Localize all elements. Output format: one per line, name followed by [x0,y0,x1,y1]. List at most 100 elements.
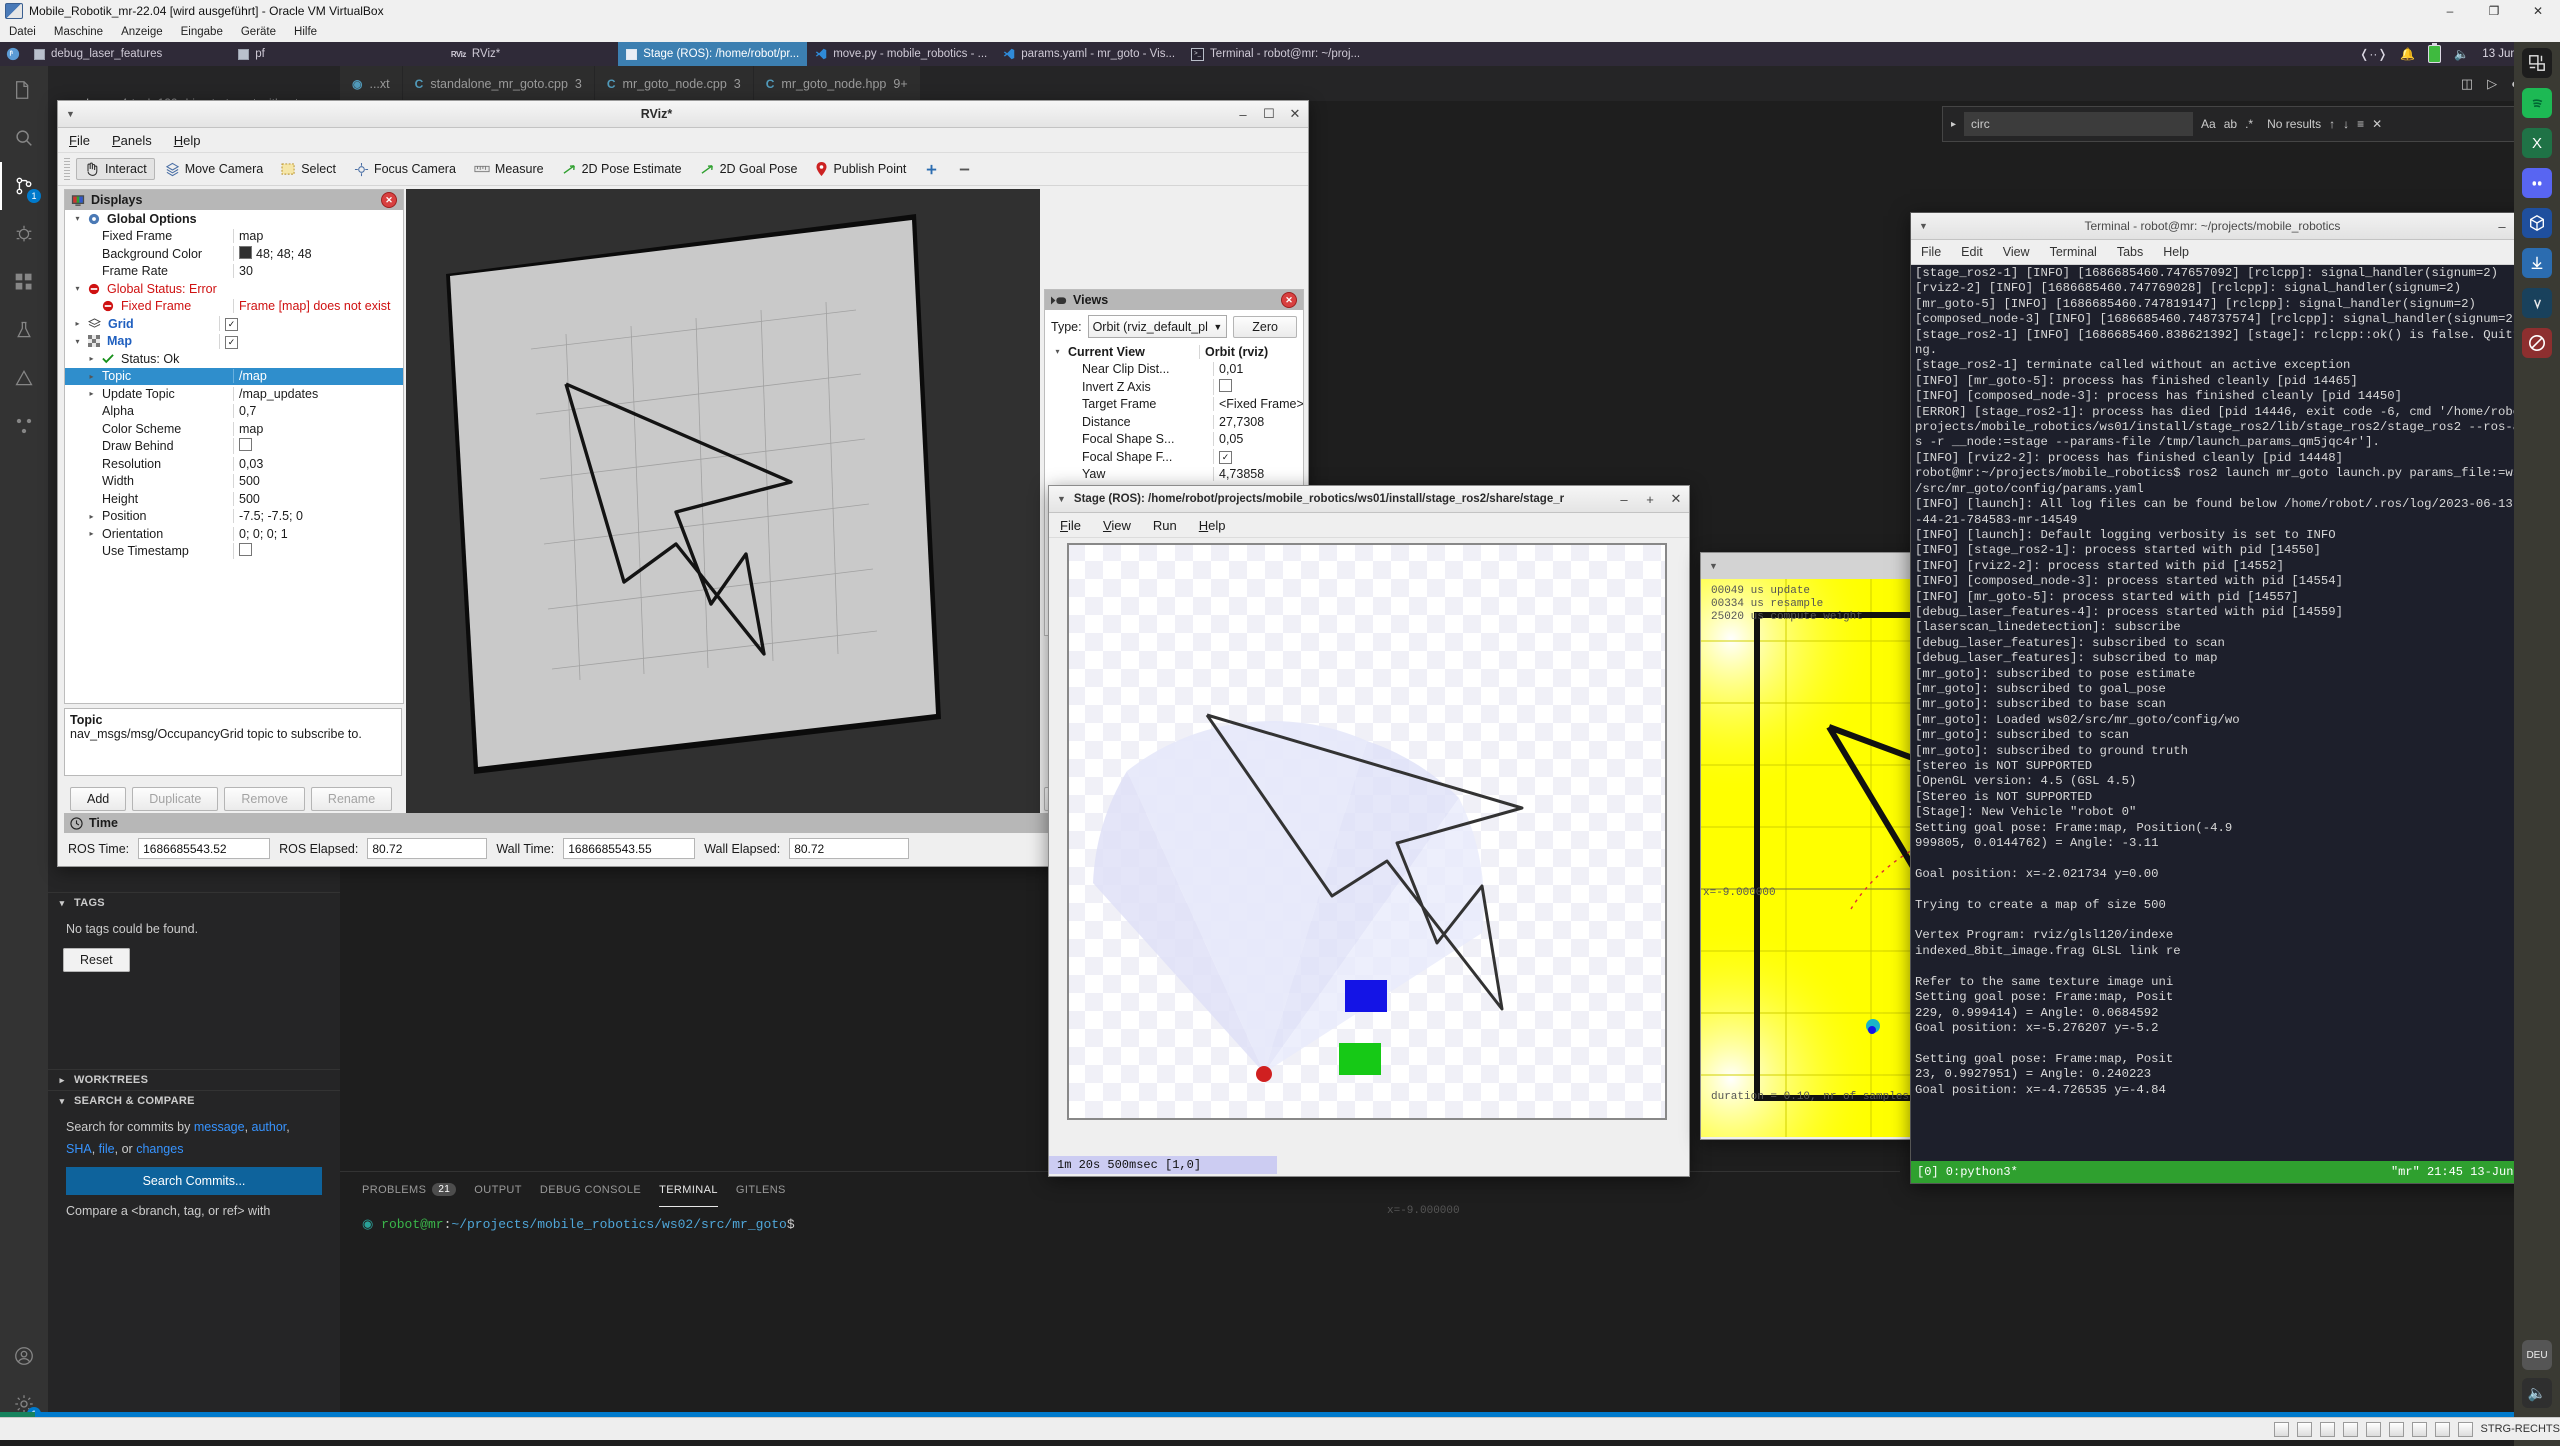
virtualbox-title-bar[interactable]: Mobile_Robotik_mr-22.04 [wird ausgeführt… [0,0,2560,23]
menu-help[interactable]: Help [2153,245,2199,259]
property-row[interactable]: Focal Shape S... 0,05 [1045,431,1303,449]
window-switcher-icon[interactable] [2522,48,2552,78]
battery-icon[interactable] [2428,42,2442,63]
close-button[interactable]: ✕ [1663,491,1689,507]
property-row[interactable]: Alpha 0,7 [65,403,403,421]
property-value[interactable]: /map [233,369,403,384]
property-row[interactable]: Height 500 [65,490,403,508]
files-icon[interactable] [0,66,48,114]
taskbar-item-debug-laser-features[interactable]: debug_laser_features [26,42,170,66]
download-icon[interactable] [2522,248,2552,278]
property-value[interactable] [233,438,403,455]
chevron-down-icon[interactable]: ▾ [1051,347,1064,356]
property-row[interactable]: ▾ Map ✓ [65,333,403,351]
cube-app-icon[interactable] [2522,208,2552,238]
chevron-right-icon[interactable]: ▸ [85,354,98,363]
menu-hilfe[interactable]: Hilfe [285,22,326,42]
section-header-search-compare[interactable]: ▾ SEARCH & COMPARE [48,1091,340,1111]
tab-output[interactable]: OUTPUT [474,1172,522,1207]
close-icon[interactable]: ✕ [2372,117,2382,131]
property-value[interactable]: ✓ [1213,449,1303,465]
tab-problems[interactable]: PROBLEMS 21 [362,1172,457,1207]
menu-view[interactable]: View [1993,245,2040,259]
tool-2d-goal-pose[interactable]: 2D Goal Pose [692,158,806,180]
usb-icon[interactable] [2342,1421,2358,1437]
menu-anzeige[interactable]: Anzeige [112,22,172,42]
taskbar-item-rviz[interactable]: RViz RViz* [443,42,508,66]
terminal-output[interactable]: [stage_ros2-1] [INFO] [1686685460.747657… [1911,263,2541,1158]
excel-icon[interactable]: X [2522,128,2552,158]
blocked-app-icon[interactable] [2522,328,2552,358]
property-row[interactable]: Fixed Frame map [65,228,403,246]
rviz-reset-button[interactable]: Reset [63,948,130,972]
tool-2d-pose-estimate[interactable]: 2D Pose Estimate [554,158,690,180]
menu-panels[interactable]: Panels [101,133,163,148]
property-row[interactable]: Target Frame <Fixed Frame> [1045,396,1303,414]
maximize-button[interactable]: ☐ [1256,106,1282,122]
chevron-right-icon[interactable]: ▸ [85,389,98,398]
property-row[interactable]: Distance 27,7308 [1045,413,1303,431]
checkbox-unchecked[interactable] [239,543,252,557]
property-row[interactable]: Yaw 4,73858 [1045,466,1303,484]
property-value[interactable]: map [233,229,403,244]
tool-focus-camera[interactable]: Focus Camera [346,158,464,181]
checkbox-checked[interactable]: ✓ [225,318,238,332]
property-row[interactable]: Frame Rate 30 [65,263,403,281]
chevron-right-icon[interactable]: ▸ [85,372,98,381]
network-icon[interactable]: ❬··❭ [2359,47,2387,61]
taskbar-item-stage[interactable]: Stage (ROS): /home/robot/pr... [618,42,808,66]
section-header-tags[interactable]: ▾ TAGS [48,893,340,913]
view-type-select[interactable]: Orbit (rviz_default_pl ▼ [1087,315,1228,338]
keyboard-icon[interactable] [2457,1421,2473,1437]
cmake-icon[interactable] [0,354,48,402]
extensions-icon[interactable] [0,258,48,306]
property-value[interactable]: map [233,421,403,436]
rviz-title-bar[interactable]: ▼ RViz* – ☐ ✕ [58,101,1308,128]
property-value[interactable]: Frame [map] does not exist [233,299,403,314]
property-value[interactable] [233,543,403,560]
menu-run[interactable]: Run [1142,518,1188,533]
chevron-right-icon[interactable]: ▸ [1951,119,1956,130]
find-widget[interactable]: ▸ Aa ab .* No results ↑ ↓ ≡ ✕ [1942,106,2520,142]
property-row[interactable]: ▸ Position -7.5; -7.5; 0 [65,508,403,526]
close-button[interactable]: ✕ [1282,106,1308,122]
tab-gitlens[interactable]: GITLENS [736,1172,786,1207]
close-icon[interactable]: ✕ [1281,292,1297,308]
ros-elapsed-value[interactable]: 80.72 [367,838,488,859]
minimize-button[interactable]: – [1611,492,1637,507]
menu-view[interactable]: View [1092,518,1142,533]
menu-maschine[interactable]: Maschine [45,22,112,42]
recording-icon[interactable] [2411,1421,2427,1437]
display-icon[interactable] [2388,1421,2404,1437]
menu-edit[interactable]: Edit [1951,245,1993,259]
menu-geraete[interactable]: Geräte [232,22,285,42]
chevron-right-icon[interactable]: ▸ [71,319,84,328]
displays-tree[interactable]: ▾ Global Options Fixed Frame map Background … [65,210,403,560]
wall-time-value[interactable]: 1686685543.55 [563,838,696,859]
find-in-selection-icon[interactable]: ≡ [2357,117,2364,131]
match-case-icon[interactable]: Aa [2201,117,2216,131]
search-commits-button[interactable]: Search Commits... [66,1167,322,1195]
terminal-title-bar[interactable]: ▼ Terminal - robot@mr: ~/projects/mobile… [1911,213,2541,240]
chevron-down-icon[interactable]: ▾ [71,284,84,293]
split-editor-icon[interactable]: ◫ [2461,76,2473,92]
property-row[interactable]: Color Scheme map [65,420,403,438]
whole-word-icon[interactable]: ab [2224,117,2237,131]
property-row[interactable]: Background Color 48; 48; 48 [65,245,403,263]
vscode-activity-bar[interactable]: 1 1 [0,66,48,1440]
property-value[interactable] [1213,378,1303,395]
search-link-sha[interactable]: SHA [66,1142,92,1156]
taskbar-item-pf[interactable]: pf [230,42,273,66]
search-link-message[interactable]: message [194,1120,245,1134]
property-row[interactable]: Fixed Frame Frame [map] does not exist [65,298,403,316]
property-value[interactable]: 500 [233,491,403,506]
property-row[interactable]: ▸ Status: Ok [65,350,403,368]
property-row[interactable]: Use Timestamp [65,543,403,561]
checkbox-checked[interactable]: ✓ [1219,451,1232,465]
property-value[interactable]: 0,05 [1213,432,1303,447]
property-row[interactable]: ▸ Update Topic/map_updates [65,385,403,403]
menu-file[interactable]: File [1049,518,1092,533]
source-control-icon[interactable]: 1 [0,162,48,210]
add-button[interactable]: Add [70,787,127,811]
maximize-button[interactable]: + [1637,492,1663,507]
